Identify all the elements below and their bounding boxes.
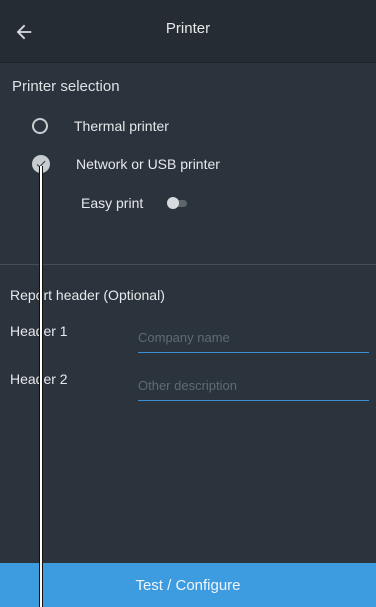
toggle-knob [167,197,180,209]
test-configure-label: Test / Configure [135,576,241,594]
report-header-heading: Report header (Optional) [10,287,165,303]
printer-selection-heading: Printer selection [12,78,120,95]
network-usb-printer-option[interactable]: Network or USB printer [32,155,220,173]
test-configure-button[interactable]: Test / Configure [0,563,376,607]
section-divider [0,264,376,265]
printer-settings-screen: Printer Printer selection Thermal printe… [0,0,376,607]
annotation-line [39,166,43,607]
page-title: Printer [165,20,211,37]
easy-print-row: Easy print [81,195,188,211]
header-2-input[interactable] [138,370,369,401]
easy-print-label: Easy print [81,195,144,211]
top-app-bar: Printer [0,0,376,63]
header-1-input[interactable] [138,322,369,353]
thermal-printer-label: Thermal printer [74,118,169,134]
easy-print-toggle[interactable] [167,197,188,209]
network-usb-printer-label: Network or USB printer [76,156,220,172]
thermal-printer-option[interactable]: Thermal printer [32,118,169,134]
radio-unchecked-icon[interactable] [32,118,48,134]
